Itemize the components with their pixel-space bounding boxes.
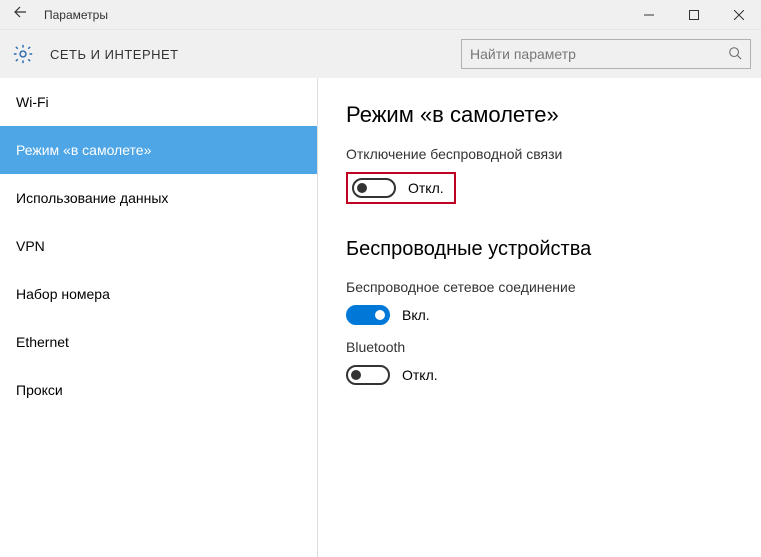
search-icon xyxy=(728,46,742,63)
titlebar: Параметры xyxy=(0,0,761,30)
sidebar-item-ethernet[interactable]: Ethernet xyxy=(0,318,317,366)
airplane-desc: Отключение беспроводной связи xyxy=(346,146,737,162)
content: Режим «в самолете» Отключение беспроводн… xyxy=(318,78,761,557)
airplane-toggle-highlight: Откл. xyxy=(346,172,456,204)
airplane-toggle[interactable] xyxy=(352,178,396,198)
minimize-button[interactable] xyxy=(626,0,671,30)
sidebar-item-label: Использование данных xyxy=(16,190,168,206)
sidebar-item-data-usage[interactable]: Использование данных xyxy=(0,174,317,222)
gear-icon xyxy=(12,43,34,65)
wifi-toggle-label: Вкл. xyxy=(402,307,430,323)
sidebar-item-airplane[interactable]: Режим «в самолете» xyxy=(0,126,317,174)
header: СЕТЬ И ИНТЕРНЕТ xyxy=(0,30,761,78)
search-box[interactable] xyxy=(461,39,751,69)
bluetooth-toggle[interactable] xyxy=(346,365,390,385)
sidebar-item-label: Набор номера xyxy=(16,286,110,302)
bluetooth-toggle-label: Откл. xyxy=(402,367,438,383)
wifi-conn-label: Беспроводное сетевое соединение xyxy=(346,279,737,295)
sidebar-item-proxy[interactable]: Прокси xyxy=(0,366,317,414)
sidebar: Wi-Fi Режим «в самолете» Использование д… xyxy=(0,78,318,557)
search-input[interactable] xyxy=(470,46,728,62)
sidebar-item-label: Режим «в самолете» xyxy=(16,142,151,158)
sidebar-item-label: Ethernet xyxy=(16,334,69,350)
wifi-toggle[interactable] xyxy=(346,305,390,325)
page-heading: Режим «в самолете» xyxy=(346,102,737,128)
section-title: СЕТЬ И ИНТЕРНЕТ xyxy=(50,47,461,62)
window-title: Параметры xyxy=(40,8,626,22)
sidebar-item-vpn[interactable]: VPN xyxy=(0,222,317,270)
close-button[interactable] xyxy=(716,0,761,30)
sidebar-item-label: Wi-Fi xyxy=(16,94,49,110)
maximize-button[interactable] xyxy=(671,0,716,30)
bluetooth-label: Bluetooth xyxy=(346,339,737,355)
airplane-toggle-label: Откл. xyxy=(408,180,444,196)
sidebar-item-label: VPN xyxy=(16,238,45,254)
wireless-heading: Беспроводные устройства xyxy=(346,238,737,261)
sidebar-item-label: Прокси xyxy=(16,382,63,398)
sidebar-item-wifi[interactable]: Wi-Fi xyxy=(0,78,317,126)
sidebar-item-dialup[interactable]: Набор номера xyxy=(0,270,317,318)
back-button[interactable] xyxy=(0,4,40,25)
